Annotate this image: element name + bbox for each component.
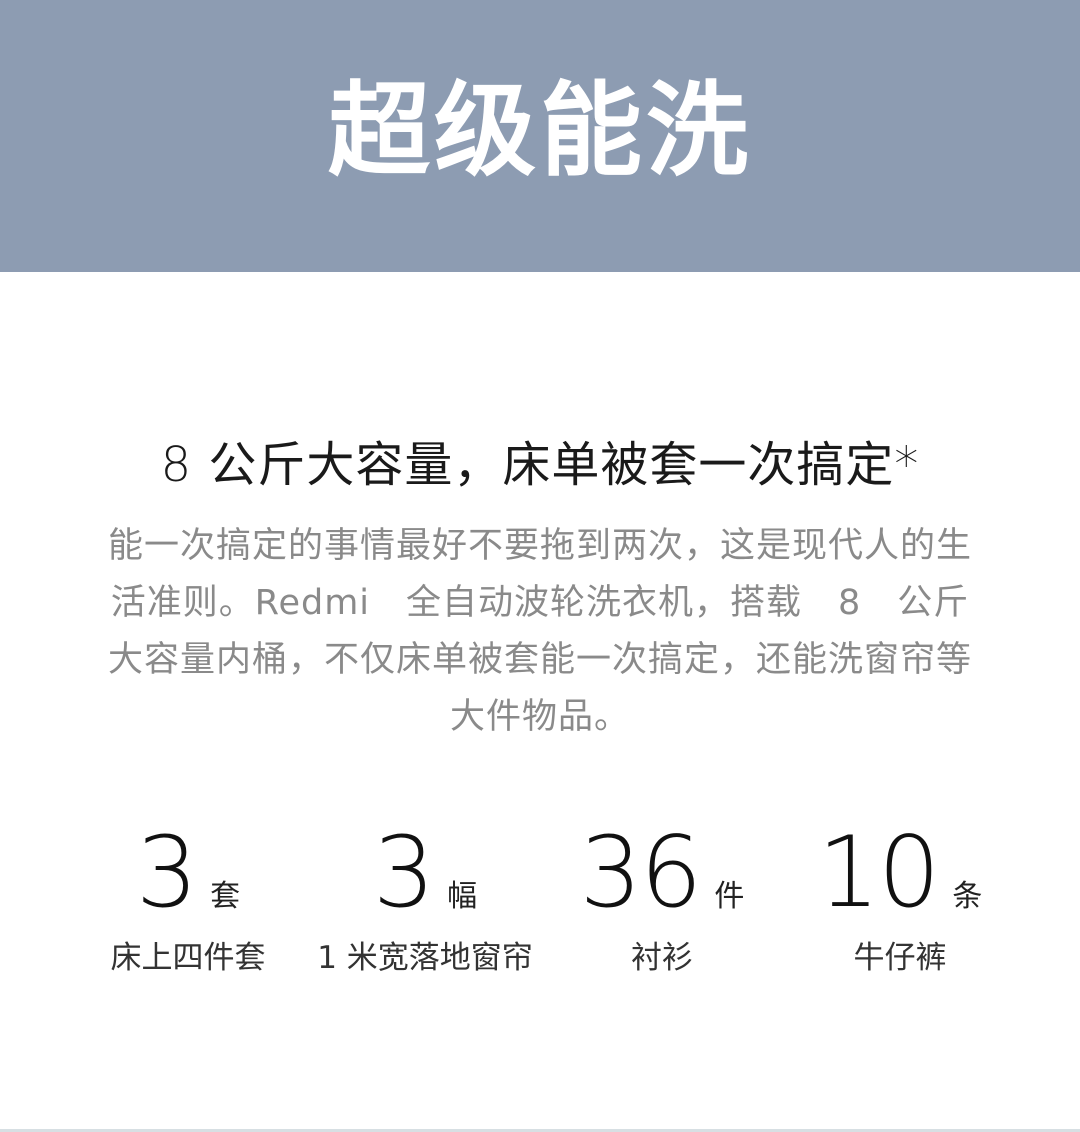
stat-number: 10: [817, 816, 941, 930]
capacity-headline: 8 公斤大容量，床单被套一次搞定*: [160, 437, 920, 493]
stat-unit: 条: [952, 879, 983, 914]
stat-label: 衬衫: [631, 940, 693, 976]
stat-value-row: 36 件: [527, 818, 797, 922]
stat-unit: 幅: [447, 879, 478, 914]
stat-label: 1 米宽落地窗帘: [317, 940, 533, 976]
stat-shirts: 36 件 衬衫: [527, 818, 797, 978]
stat-unit: 套: [210, 879, 241, 914]
stat-label: 床上四件套: [110, 940, 266, 976]
stat-label: 牛仔裤: [853, 940, 947, 976]
stat-bedding-sets: 3 套 床上四件套: [53, 818, 323, 978]
stat-number: 36: [579, 816, 703, 930]
stat-value-row: 3 套: [53, 818, 323, 922]
capacity-stats: 3 套 床上四件套 3 幅 1 米宽落地窗帘 36 件 衬衫 10 条 牛仔裤: [0, 818, 1080, 998]
stat-jeans: 10 条 牛仔裤: [765, 818, 1035, 978]
stat-value-row: 10 条: [765, 818, 1035, 922]
stat-value-row: 3 幅: [290, 818, 560, 922]
stat-unit: 件: [714, 879, 745, 914]
stat-number: 3: [372, 816, 435, 930]
banner-title: 超级能洗: [328, 72, 752, 191]
stat-curtains: 3 幅 1 米宽落地窗帘: [290, 818, 560, 978]
stat-number: 3: [135, 816, 198, 930]
title-banner: 超级能洗: [0, 0, 1080, 272]
capacity-description: 能一次搞定的事情最好不要拖到两次，这是现代人的生活准则。Redmi 全自动波轮洗…: [107, 526, 972, 737]
